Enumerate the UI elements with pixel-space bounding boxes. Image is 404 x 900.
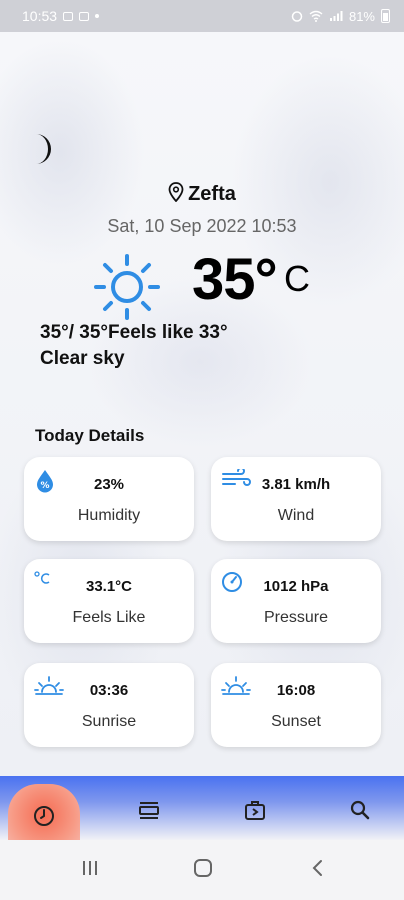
moon-icon	[36, 134, 51, 164]
wind-value: 3.81 km/h	[261, 476, 331, 493]
recent-apps-icon[interactable]	[80, 858, 100, 878]
signal-icon	[329, 11, 343, 21]
location-pin-icon	[168, 182, 184, 202]
list-icon	[139, 802, 159, 819]
forecast-icon	[245, 801, 265, 820]
alarm-icon	[291, 11, 303, 22]
status-bar: 10:53 81%	[0, 0, 404, 32]
nav-forecast[interactable]	[243, 798, 267, 822]
nav-daily-list[interactable]	[137, 798, 161, 822]
message-notification-icon	[79, 11, 90, 21]
current-temperature: 35°	[192, 247, 278, 312]
feels-like-summary: Feels like 33°	[108, 322, 228, 343]
pressure-label: Pressure	[263, 609, 329, 626]
search-icon	[350, 800, 370, 820]
status-time: 10:53	[22, 8, 58, 24]
back-icon[interactable]	[308, 858, 328, 878]
sunrise-card[interactable]: 03:36 Sunrise	[24, 663, 194, 747]
gallery-notification-icon	[63, 11, 74, 21]
feels-like-label: Feels Like	[72, 609, 146, 626]
sunset-value: 16:08	[276, 682, 316, 699]
sunrise-value: 03:36	[89, 682, 129, 699]
temperature-unit: C	[284, 258, 310, 299]
wind-card[interactable]: 3.81 km/h Wind	[211, 457, 381, 541]
min-max-temp: 35°/ 35°	[40, 322, 109, 343]
humidity-card[interactable]: % 23% Humidity	[24, 457, 194, 541]
main-content: Zefta Sat, 10 Sep 2022 10:53 35° C 35°/ …	[0, 32, 404, 776]
feels-like-card[interactable]: 33.1°C Feels Like	[24, 559, 194, 643]
wind-label: Wind	[277, 507, 315, 524]
system-navigation-bar	[0, 840, 404, 900]
humidity-value: 23%	[93, 476, 125, 493]
battery-icon	[381, 9, 390, 23]
sunrise-label: Sunrise	[81, 713, 137, 730]
location-name: Zefta	[188, 183, 236, 205]
battery-percent: 81%	[348, 8, 375, 24]
sun-icon	[94, 254, 160, 320]
bottom-navigation	[0, 776, 404, 840]
sunset-label: Sunset	[271, 713, 321, 730]
nav-search[interactable]	[348, 798, 372, 822]
home-icon[interactable]	[193, 858, 213, 878]
current-datetime: Sat, 10 Sep 2022 10:53	[107, 216, 297, 236]
location-label[interactable]: Zefta	[0, 182, 404, 206]
wifi-icon	[309, 10, 323, 22]
more-notifications-icon	[95, 14, 100, 18]
feels-like-value: 33.1°C	[85, 578, 133, 595]
sunset-card[interactable]: 16:08 Sunset	[211, 663, 381, 747]
clock-icon	[34, 806, 54, 826]
min-max-feels-like: 35°/ 35°Feels like 33°	[40, 322, 228, 344]
weather-description: Clear sky	[40, 348, 125, 369]
humidity-label: Humidity	[77, 507, 141, 524]
nav-current-weather[interactable]	[32, 804, 56, 828]
pressure-value: 1012 hPa	[263, 578, 329, 595]
pressure-card[interactable]: 1012 hPa Pressure	[211, 559, 381, 643]
today-details-title: Today Details	[35, 426, 145, 445]
